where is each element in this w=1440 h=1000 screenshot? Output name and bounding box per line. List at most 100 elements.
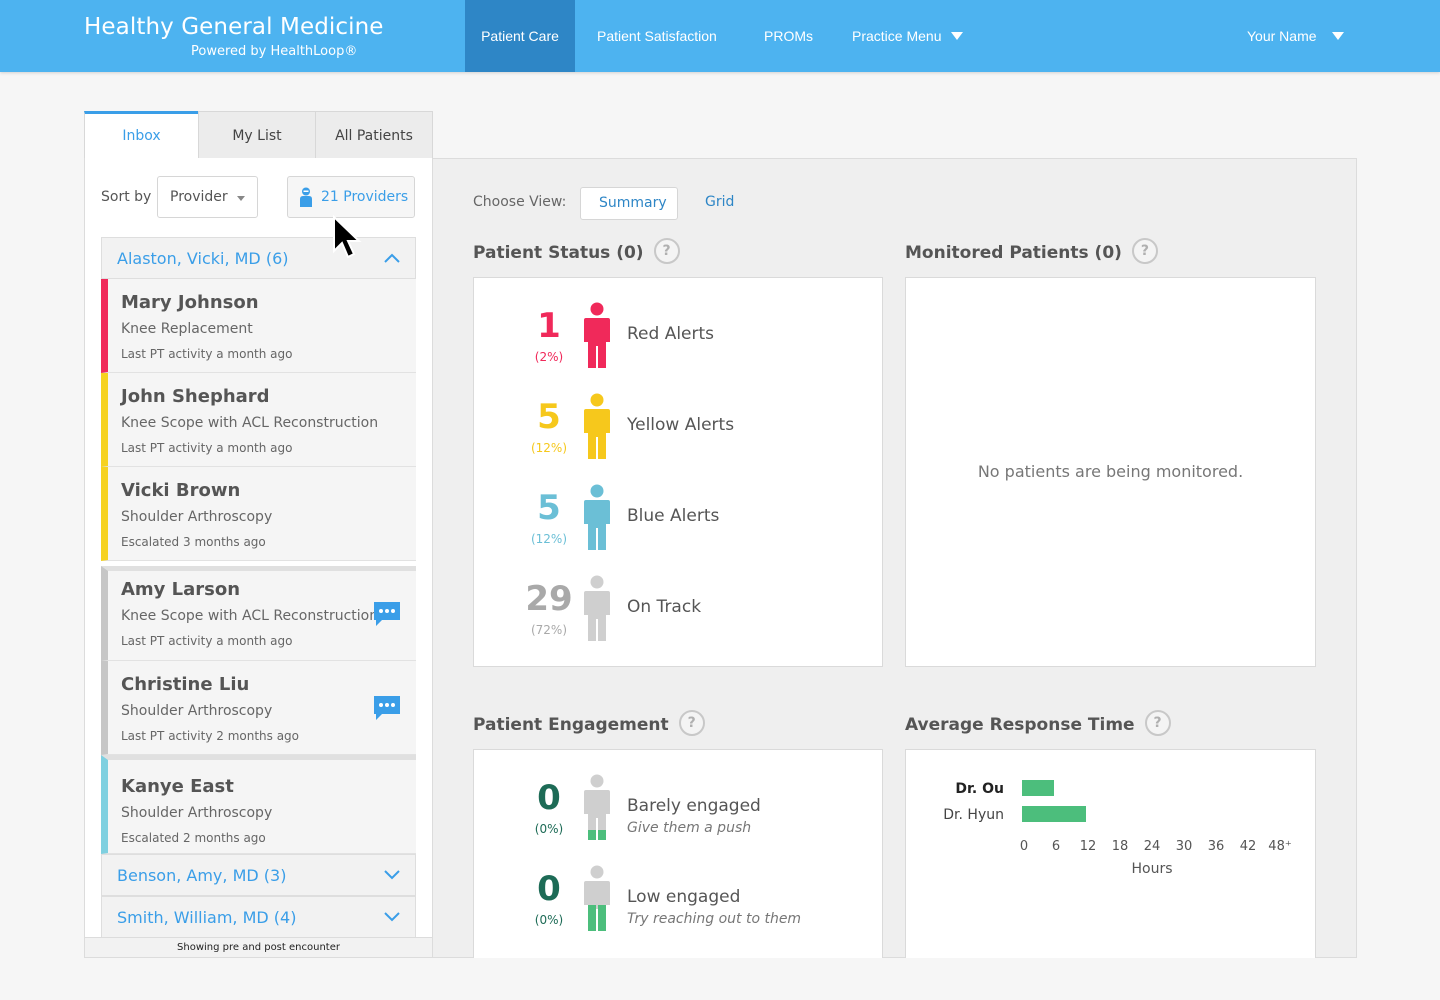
engagement-row-barely[interactable]: 0 (0%) Barely engaged Give them a push [474,774,882,854]
patient-activity: Last PT activity a month ago [121,441,293,455]
chart-tick-label: 6 [1052,839,1060,854]
engagement-hint: Give them a push [627,820,752,836]
help-icon[interactable]: ? [1144,710,1171,736]
status-count: 5 [537,488,561,528]
patient-activity: Last PT activity a month ago [121,634,293,648]
view-summary-button[interactable]: Summary [580,187,678,220]
status-row-red[interactable]: 1 (2%) Red Alerts [474,302,882,382]
chart-tick-label: 24 [1144,839,1161,854]
chart-bar[interactable] [1022,780,1054,796]
provider-group-header[interactable]: Smith, William, MD (4) [101,896,416,938]
patient-card[interactable]: Amy Larson Knee Scope with ACL Reconstru… [101,566,416,661]
status-row-on-track[interactable]: 29 (72%) On Track [474,575,882,655]
message-icon[interactable] [372,695,402,721]
patient-name: John Shephard [121,386,270,407]
patient-card[interactable]: Christine Liu Shoulder Arthroscopy Last … [101,661,416,755]
response-time-chart: Dr. Ou Dr. Hyun 0 6 12 18 24 30 36 42 48⁺ Hours [943,780,1292,877]
chart-tick-label: 30 [1176,839,1193,854]
red-person-icon [584,302,610,368]
nav-patient-satisfaction[interactable]: Patient Satisfaction [582,0,732,72]
tab-inbox[interactable]: Inbox [84,111,199,159]
patient-list-panel: Sort by Provider 21 Providers Alaston, V… [84,158,433,958]
sort-select[interactable]: Provider [157,176,258,218]
patient-procedure: Knee Scope with ACL Reconstruction [121,415,379,431]
blue-person-icon [584,484,610,550]
list-footer-note: Showing pre and post encounter [84,937,433,958]
chart-tick-label: 42 [1240,839,1257,854]
brand-title: Healthy General Medicine [84,14,384,40]
monitored-patients-card: No patients are being monitored. [905,277,1316,667]
tab-my-list[interactable]: My List [198,111,316,159]
empty-state-message: No patients are being monitored. [977,462,1244,481]
provider-group-header[interactable]: Alaston, Vicki, MD (6) [101,237,416,279]
tab-all-patients[interactable]: All Patients [315,111,433,159]
avg-response-card: Dr. Ou Dr. Hyun 0 6 12 18 24 30 36 42 48⁺ Hours [905,749,1316,958]
patient-procedure: Shoulder Arthroscopy [121,805,273,821]
patient-name: Mary Johnson [121,292,259,313]
status-percent: (72%) [530,623,568,637]
chart-tick-label: 18 [1112,839,1129,854]
provider-group-label: Smith, William, MD (4) [117,908,297,927]
engagement-label: Barely engaged [627,796,761,816]
choose-view-label: Choose View: [473,194,567,210]
patient-procedure: Knee Replacement [121,321,253,337]
patient-procedure: Shoulder Arthroscopy [121,509,273,525]
chart-tick-label: 12 [1080,839,1097,854]
mouse-cursor-icon [333,215,362,259]
engagement-person-icon [584,865,610,931]
monitored-patients-title-text: Monitored Patients (0) [905,243,1122,263]
help-icon[interactable]: ? [678,710,705,736]
top-nav-bar: Healthy General Medicine Powered by Heal… [0,0,1440,72]
avg-response-title: Average Response Time? [905,710,1171,738]
nav-proms[interactable]: PROMs [749,0,828,72]
patient-card[interactable]: Vicki Brown Shoulder Arthroscopy Escalat… [101,467,416,561]
status-percent: (2%) [534,350,564,364]
provider-person-icon [300,187,312,207]
engagement-hint: Try reaching out to them [627,911,802,927]
status-row-yellow[interactable]: 5 (12%) Yellow Alerts [474,393,882,473]
status-count: 29 [525,579,573,619]
chart-tick-label: 0 [1020,839,1028,854]
brand-logo[interactable]: Healthy General Medicine Powered by Heal… [84,14,384,59]
provider-group-label: Benson, Amy, MD (3) [117,866,287,885]
status-label: Red Alerts [627,324,715,344]
engagement-row-low[interactable]: 0 (0%) Low engaged Try reaching out to t… [474,865,882,945]
patient-activity: Escalated 3 months ago [121,535,266,549]
patient-name: Kanye East [121,776,234,797]
patient-card[interactable]: Mary Johnson Knee Replacement Last PT ac… [101,279,416,373]
engagement-percent: (0%) [534,913,564,927]
nav-patient-care[interactable]: Patient Care [465,0,575,72]
chevron-down-icon [1331,32,1344,41]
nav-practice-menu-label: Practice Menu [852,28,942,44]
avg-response-title-text: Average Response Time [905,715,1135,735]
provider-group-header[interactable]: Benson, Amy, MD (3) [101,854,416,896]
engagement-count: 0 [537,778,561,818]
chevron-down-icon [384,870,400,880]
user-menu[interactable]: Your Name [1232,0,1359,72]
chart-category-label: Dr. Hyun [943,807,1004,823]
engagement-label: Low engaged [627,887,741,907]
providers-filter-button[interactable]: 21 Providers [287,176,415,218]
chart-category-label: Dr. Ou [955,781,1004,797]
chart-x-axis-label: Hours [1131,861,1172,877]
chart-bar[interactable] [1022,806,1086,822]
status-label: Blue Alerts [627,506,720,526]
patient-card[interactable]: John Shephard Knee Scope with ACL Recons… [101,373,416,467]
help-icon[interactable]: ? [653,238,680,264]
brand-subtitle: Powered by HealthLoop® [191,44,358,59]
caret-down-icon [237,196,245,201]
view-grid-button[interactable]: Grid [687,187,752,220]
patient-procedure: Knee Scope with ACL Reconstruction [121,608,379,624]
status-row-blue[interactable]: 5 (12%) Blue Alerts [474,484,882,564]
message-icon[interactable] [372,601,402,627]
chevron-up-icon [384,253,400,263]
patient-name: Christine Liu [121,674,250,695]
help-icon[interactable]: ? [1131,238,1158,264]
nav-practice-menu[interactable]: Practice Menu [837,0,978,72]
sort-by-label: Sort by [101,189,152,205]
status-count: 1 [537,306,561,346]
chevron-down-icon [384,912,400,922]
user-name: Your Name [1247,28,1317,44]
provider-group-label: Alaston, Vicki, MD (6) [117,249,289,268]
patient-card[interactable]: Kanye East Shoulder Arthroscopy Escalate… [101,755,416,854]
